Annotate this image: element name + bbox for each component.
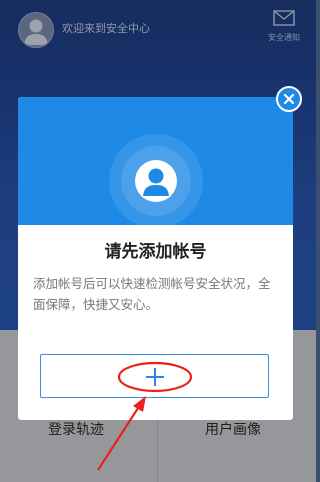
add-account-dialog: 请先添加帐号 添加帐号后可以快速检测帐号安全状况，全面保障，快捷又安心。 [18, 97, 293, 420]
plus-icon [146, 368, 164, 386]
add-account-button[interactable] [40, 354, 269, 398]
account-avatar [135, 160, 177, 202]
dialog-hero [18, 97, 293, 228]
close-icon [283, 93, 295, 105]
dialog-description: 添加帐号后可以快速检测帐号安全状况，全面保障，快捷又安心。 [33, 276, 271, 312]
dialog-title: 请先添加帐号 [104, 242, 207, 262]
user-silhouette-icon [143, 168, 169, 196]
close-button[interactable] [276, 86, 302, 112]
